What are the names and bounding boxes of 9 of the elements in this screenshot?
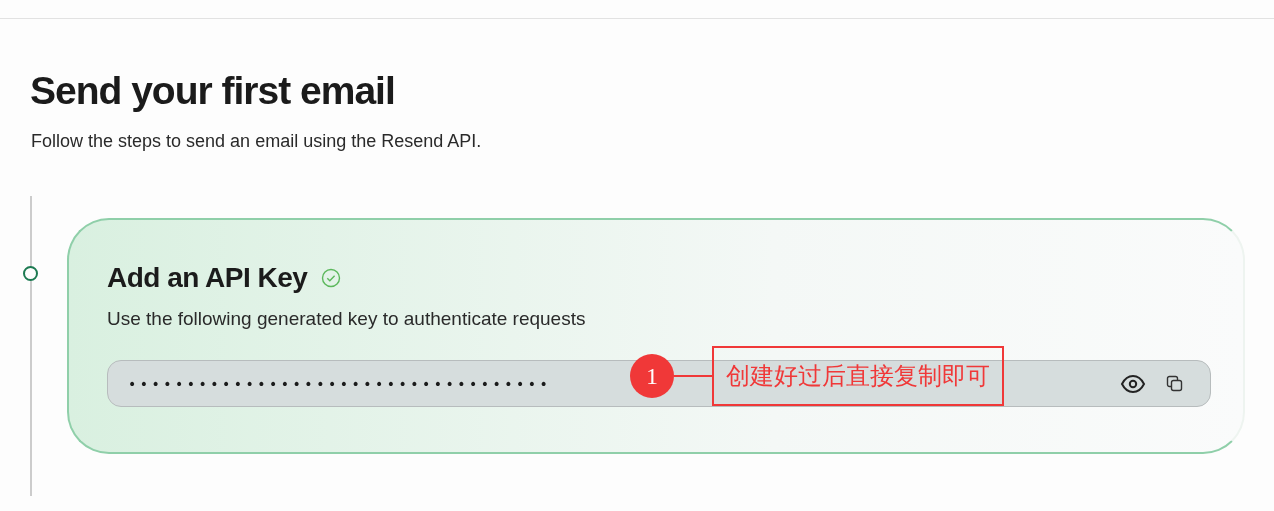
copy-icon[interactable]: [1166, 374, 1184, 393]
step-description: Use the following generated key to authenticate requests: [107, 308, 587, 330]
step-title: Add an API Key: [107, 262, 308, 294]
page-subtitle: Follow the steps to send an email using the Resend API.: [31, 131, 483, 152]
eye-icon[interactable]: [1120, 373, 1146, 394]
page-title: Send your first email: [30, 69, 396, 113]
annotation-callout: 创建好过后直接复制即可: [712, 346, 1004, 406]
leader-line: [674, 375, 712, 377]
step-marker-icon: [23, 266, 38, 281]
